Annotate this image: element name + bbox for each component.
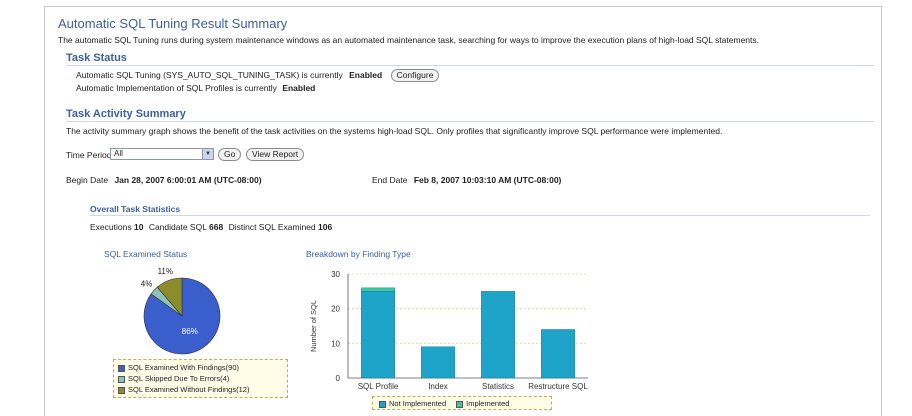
bar-chart: Number of SQL 0 10 20 30 SQL Profile Index Stat…	[309, 270, 588, 391]
activity-heading: Task Activity Summary	[66, 108, 186, 120]
begin-date-label: Begin Date	[66, 175, 109, 185]
legend-label: SQL Examined With Findings(90)	[128, 363, 240, 372]
legend-swatch	[379, 400, 386, 408]
task-status-rule	[66, 65, 874, 66]
time-period-value: All	[114, 149, 123, 158]
legend-label: Implemented	[466, 399, 510, 408]
bar-legend: Not Implemented Implemented	[372, 396, 552, 410]
begin-date: Begin Date Jan 28, 2007 6:00:01 AM (UTC-…	[66, 175, 262, 185]
x-tick-label: SQL Profile	[358, 382, 399, 391]
task-status-heading: Task Status	[66, 52, 127, 64]
executions-value: 10	[133, 222, 144, 232]
distinct-value: 106	[318, 222, 333, 232]
auto-tuning-status-text: Automatic SQL Tuning (SYS_AUTO_SQL_TUNIN…	[76, 70, 343, 80]
time-period-select[interactable]: All ▼	[110, 148, 214, 160]
legend-label: SQL Skipped Due To Errors(4)	[128, 374, 230, 383]
bar	[420, 346, 455, 379]
page-title: Automatic SQL Tuning Result Summary	[58, 16, 288, 31]
go-button[interactable]: Go	[218, 148, 242, 161]
profile-implementation-state: Enabled	[282, 83, 316, 93]
y-tick-label: 10	[331, 339, 340, 348]
bar	[361, 287, 395, 292]
pie-legend-item: SQL Skipped Due To Errors(4)	[118, 373, 283, 384]
page-intro: The automatic SQL Tuning runs during sys…	[58, 35, 759, 45]
bar	[540, 329, 575, 379]
stats-line: Executions 10 Candidate SQL 668 Distinct…	[90, 222, 332, 232]
pie-chart: 86% 4% 11%	[141, 267, 221, 355]
configure-button[interactable]: Configure	[390, 69, 440, 82]
legend-label: SQL Examined Without Findings(12)	[128, 385, 250, 394]
bar-legend-item: Not Implemented	[379, 399, 446, 408]
candidate-label: Candidate SQL	[148, 222, 207, 232]
stats-heading: Overall Task Statistics	[90, 204, 181, 214]
end-date-value: Feb 8, 2007 10:03:10 AM (UTC-08:00)	[413, 175, 562, 185]
end-date-label: End Date	[372, 175, 408, 185]
bar-legend-item: Implemented	[456, 399, 509, 408]
distinct-label: Distinct SQL Examined	[228, 222, 316, 232]
stats-rule	[90, 215, 870, 216]
bar	[480, 291, 515, 379]
pie-slice-label: 11%	[158, 267, 173, 276]
bar	[361, 291, 395, 379]
end-date: End Date Feb 8, 2007 10:03:10 AM (UTC-08…	[372, 175, 561, 185]
pie-legend-item: SQL Examined With Findings(90)	[118, 362, 283, 373]
auto-tuning-status: Automatic SQL Tuning (SYS_AUTO_SQL_TUNIN…	[76, 69, 440, 82]
pie-slice-label: 4%	[141, 280, 153, 289]
profile-implementation-text: Automatic Implementation of SQL Profiles…	[76, 83, 277, 93]
legend-swatch	[118, 375, 125, 383]
legend-swatch	[118, 364, 125, 372]
view-report-button[interactable]: View Report	[246, 148, 305, 161]
legend-label: Not Implemented	[389, 399, 447, 408]
y-tick-label: 0	[336, 374, 341, 383]
chevron-down-icon: ▼	[202, 149, 213, 159]
auto-tuning-state: Enabled	[349, 70, 383, 80]
y-tick-label: 20	[331, 305, 340, 314]
pie-legend-item: SQL Examined Without Findings(12)	[118, 384, 283, 395]
time-period-label: Time Period	[66, 150, 112, 160]
pie-slice-label: 86%	[182, 327, 198, 336]
x-tick-label: Restructure SQL	[528, 382, 588, 391]
y-tick-label: 30	[331, 270, 340, 279]
activity-rule	[66, 121, 874, 122]
executions-label: Executions	[90, 222, 132, 232]
pie-chart-title: SQL Examined Status	[104, 249, 188, 259]
bar-chart-title: Breakdown by Finding Type	[306, 249, 411, 259]
profile-implementation-status: Automatic Implementation of SQL Profiles…	[76, 83, 315, 93]
pie-legend: SQL Examined With Findings(90) SQL Skippe…	[113, 359, 288, 398]
candidate-value: 668	[209, 222, 224, 232]
x-tick-label: Index	[428, 382, 448, 391]
x-tick-label: Statistics	[482, 382, 514, 391]
legend-swatch	[456, 400, 464, 408]
begin-date-value: Jan 28, 2007 6:00:01 AM (UTC-08:00)	[114, 175, 262, 185]
activity-description: The activity summary graph shows the ben…	[66, 126, 723, 136]
y-axis-label: Number of SQL	[309, 300, 318, 352]
legend-swatch	[118, 386, 125, 394]
